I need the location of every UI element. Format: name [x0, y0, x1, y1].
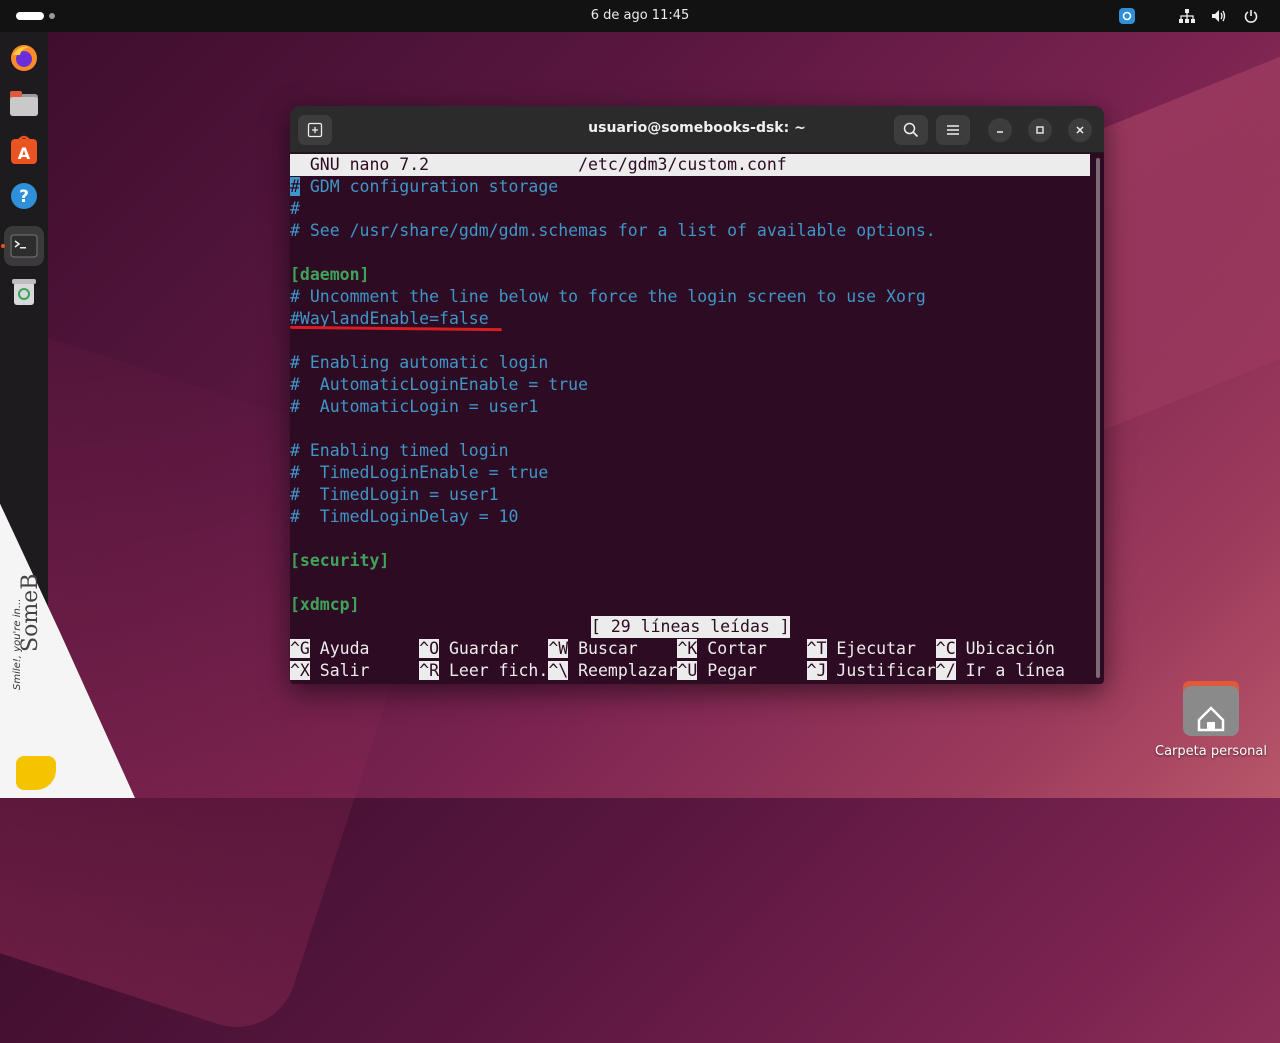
file-line[interactable]: # Enabling timed login	[290, 440, 509, 462]
text-cursor: #	[290, 177, 300, 196]
shortcut-label: Pegar	[697, 661, 807, 680]
shortcut-label: Guardar	[439, 639, 549, 658]
shortcut-key[interactable]: ^O	[419, 639, 440, 658]
scrollbar[interactable]	[1096, 158, 1100, 678]
file-line[interactable]: # GDM configuration storage	[290, 176, 558, 198]
file-line[interactable]: # TimedLoginDelay = 10	[290, 506, 518, 528]
maximize-button[interactable]	[1028, 118, 1052, 142]
shortcut-label: Ayuda	[309, 639, 420, 658]
top-bar: 6 de ago 11:45	[0, 0, 1280, 32]
menu-button[interactable]	[936, 115, 970, 145]
svg-text:A: A	[18, 144, 31, 163]
shortcut-key[interactable]: ^J	[806, 661, 827, 680]
shortcut-label: Justificar	[826, 661, 936, 680]
shortcut-key[interactable]: ^/	[935, 661, 956, 680]
home-folder-icon	[1183, 681, 1239, 736]
file-line[interactable]: #	[290, 198, 300, 220]
shortcut-label: Ejecutar	[826, 639, 936, 658]
file-line[interactable]: # See /usr/share/gdm/gdm.schemas for a l…	[290, 220, 936, 242]
shortcut-key[interactable]: ^U	[677, 661, 698, 680]
file-line[interactable]: # TimedLoginEnable = true	[290, 462, 548, 484]
running-indicator	[1, 244, 5, 248]
shortcut-key[interactable]: ^R	[419, 661, 440, 680]
shortcut-key[interactable]: ^K	[677, 639, 698, 658]
file-line[interactable]: # AutomaticLoginEnable = true	[290, 374, 588, 396]
terminal-icon[interactable]	[4, 226, 44, 266]
window-titlebar[interactable]: usuario@somebooks-dsk: ~	[290, 106, 1104, 153]
svg-text:?: ?	[19, 187, 29, 207]
file-line[interactable]: # Uncomment the line below to force the …	[290, 286, 926, 308]
search-button[interactable]	[894, 115, 928, 145]
home-folder-shortcut[interactable]: Carpeta personal	[1150, 681, 1272, 759]
shortcut-label: Salir	[309, 661, 420, 680]
shortcut-key[interactable]: ^G	[290, 639, 310, 658]
shortcut-label: Ir a línea	[955, 661, 1065, 680]
shortcut-key[interactable]: ^W	[548, 639, 569, 658]
window-title: usuario@somebooks-dsk: ~	[588, 120, 806, 136]
file-line[interactable]: [daemon]	[290, 264, 369, 286]
shortcut-bar-2: ^X Salir ^R Leer fich.^\ Reemplazar^U Pe…	[290, 660, 1065, 682]
sync-app-icon[interactable]	[1118, 7, 1136, 25]
shortcut-label: Buscar	[568, 639, 678, 658]
shortcut-label: Reemplazar	[568, 661, 678, 680]
home-folder-label: Carpeta personal	[1155, 744, 1267, 759]
nano-editor[interactable]: GNU nano 7.2 /etc/gdm3/custom.conf # GDM…	[290, 154, 1092, 684]
volume-icon[interactable]	[1210, 7, 1228, 25]
file-line[interactable]: [xdmcp]	[290, 594, 360, 616]
trash-icon[interactable]	[4, 272, 44, 312]
files-icon[interactable]	[4, 84, 44, 124]
shortcut-key[interactable]: ^C	[935, 639, 956, 658]
shortcut-bar-1: ^G Ayuda ^O Guardar ^W Buscar ^K Cortar …	[290, 638, 1055, 660]
shortcut-label: Ubicación	[955, 639, 1055, 658]
firefox-icon[interactable]	[4, 38, 44, 78]
network-icon[interactable]	[1178, 7, 1196, 25]
system-tray[interactable]	[1118, 7, 1260, 25]
clock[interactable]: 6 de ago 11:45	[0, 8, 1280, 23]
file-line[interactable]: # TimedLogin = user1	[290, 484, 499, 506]
file-line[interactable]: # AutomaticLogin = user1	[290, 396, 538, 418]
shortcut-key[interactable]: ^T	[806, 639, 827, 658]
terminal-window[interactable]: usuario@somebooks-dsk: ~ GNU nano 7.2 /e…	[290, 106, 1104, 684]
help-icon[interactable]: ?	[4, 176, 44, 216]
shortcut-label: Leer fich.	[439, 661, 549, 680]
shortcut-label: Cortar	[697, 639, 807, 658]
nano-header: GNU nano 7.2 /etc/gdm3/custom.conf	[290, 154, 1090, 176]
file-line[interactable]: [security]	[290, 550, 389, 572]
file-line[interactable]: # Enabling automatic login	[290, 352, 548, 374]
watermark-brand: SomeB	[18, 573, 43, 652]
power-icon[interactable]	[1242, 7, 1260, 25]
app-center-icon[interactable]: A	[4, 130, 44, 170]
close-button[interactable]	[1068, 118, 1092, 142]
shortcut-key[interactable]: ^\	[548, 661, 569, 680]
shortcut-key[interactable]: ^X	[290, 661, 310, 680]
status-message: [ 29 líneas leídas ]	[591, 616, 790, 638]
minimize-button[interactable]	[988, 118, 1012, 142]
